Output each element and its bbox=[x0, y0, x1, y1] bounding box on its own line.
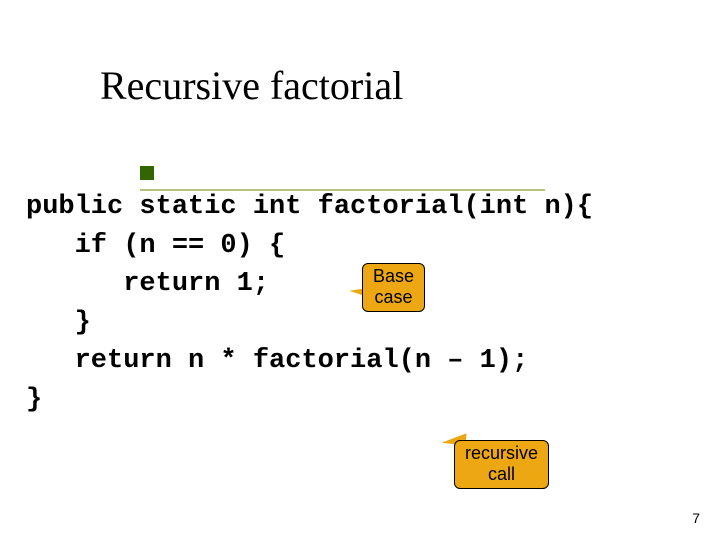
callout-recursive-call: recursive call bbox=[454, 440, 549, 489]
title-block: Recursive factorial bbox=[70, 62, 403, 109]
page-number: 7 bbox=[692, 510, 700, 526]
code-line: public static int factorial(int n){ bbox=[26, 192, 593, 222]
slide-title: Recursive factorial bbox=[100, 62, 403, 109]
title-bullet-icon bbox=[140, 166, 154, 180]
code-line: return 1; bbox=[26, 269, 269, 299]
callout-tail-icon bbox=[439, 429, 467, 446]
code-line: } bbox=[26, 385, 42, 415]
code-line: return n * factorial(n – 1); bbox=[26, 346, 528, 376]
code-block: public static int factorial(int n){ if (… bbox=[26, 188, 593, 420]
code-line: if (n == 0) { bbox=[26, 231, 285, 261]
slide: Recursive factorial public static int fa… bbox=[0, 0, 720, 540]
callout-tail-icon bbox=[441, 431, 466, 445]
code-line: } bbox=[26, 308, 91, 338]
